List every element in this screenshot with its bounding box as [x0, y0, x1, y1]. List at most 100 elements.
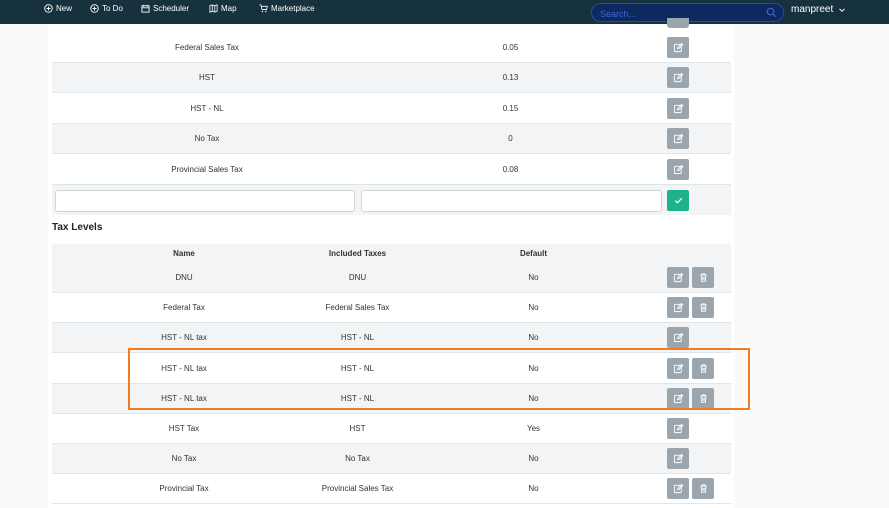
new-tax-name-input[interactable] [55, 190, 355, 212]
trash-icon [699, 273, 707, 282]
tax-level-row: HST Tax HST Yes [52, 414, 731, 444]
tax-level-row: HST - NL tax HST - NL No [52, 383, 731, 414]
tax-level-default: No [528, 363, 539, 373]
edit-button[interactable] [667, 418, 689, 439]
tax-level-included: Federal Sales Tax [325, 303, 390, 313]
edit-button[interactable] [667, 478, 689, 500]
header-default: Default [519, 249, 548, 258]
tax-level-default: Yes [526, 424, 541, 433]
tax-level-row: HST - NL tax HST - NL No [52, 323, 731, 354]
trash-icon [699, 484, 707, 494]
tax-level-included: Provincial Sales Tax [321, 484, 394, 494]
delete-button[interactable] [692, 267, 714, 288]
delete-button[interactable] [692, 297, 714, 319]
tax-rate: 0.13 [502, 73, 519, 83]
edit-icon [673, 333, 683, 343]
delete-button[interactable] [692, 478, 714, 500]
nav-marketplace-label: Marketplace [271, 4, 315, 13]
edit-button[interactable] [667, 357, 689, 379]
edit-button[interactable] [667, 37, 689, 58]
tax-level-included: DNU [348, 273, 367, 282]
tax-level-included: HST - NL [340, 333, 375, 343]
nav-todo[interactable]: To Do [90, 4, 123, 13]
tax-levels-title: Tax Levels [52, 222, 103, 233]
tax-row: No Tax 0 [52, 124, 731, 155]
tax-rate: 0 [508, 134, 513, 144]
trash-icon [699, 394, 707, 403]
user-name: manpreet [791, 4, 834, 15]
tax-level-default: No [528, 273, 539, 282]
tax-level-row: DNU DNU No [52, 263, 731, 293]
edit-icon [673, 134, 683, 144]
nav-todo-label: To Do [102, 4, 123, 13]
delete-button[interactable] [692, 357, 714, 379]
new-tax-row [52, 185, 731, 215]
edit-icon [673, 272, 683, 283]
right-gutter [734, 24, 889, 508]
tax-row: Provincial Sales Tax 0.08 [52, 155, 731, 185]
tax-level-default: No [528, 393, 539, 403]
nav-map[interactable]: Map [209, 4, 237, 13]
search-icon[interactable] [766, 7, 777, 18]
nav-map-label: Map [221, 4, 237, 13]
edit-icon [673, 423, 683, 434]
tax-rate: 0.08 [502, 164, 519, 174]
edit-button[interactable] [667, 387, 689, 409]
tax-name: HST [199, 73, 215, 83]
trash-icon [699, 363, 707, 373]
edit-icon [673, 393, 683, 403]
calendar-icon [141, 4, 150, 13]
tax-level-default: No [528, 333, 539, 343]
new-tax-rate-input[interactable] [361, 190, 662, 212]
tax-name: HST - NL [190, 103, 224, 113]
tax-level-default: No [528, 303, 539, 313]
nav-new[interactable]: New [44, 4, 72, 13]
edit-button[interactable] [667, 158, 689, 180]
tax-name: Federal Sales Tax [175, 43, 239, 52]
trash-icon [699, 303, 707, 312]
edit-button-partial[interactable] [667, 18, 689, 28]
edit-button[interactable] [667, 327, 689, 349]
tax-name: Provincial Sales Tax [171, 164, 243, 174]
tax-level-included: HST - NL [340, 393, 375, 403]
edit-icon [673, 303, 683, 313]
chevron-down-icon [839, 7, 846, 12]
edit-icon [673, 454, 683, 464]
nav-marketplace[interactable]: Marketplace [259, 4, 315, 13]
tax-row: HST 0.13 [52, 63, 731, 94]
delete-button[interactable] [692, 387, 714, 409]
tax-levels-header: Name Included Taxes Default [52, 244, 731, 263]
nav-scheduler[interactable]: Scheduler [141, 4, 189, 13]
tax-level-row: Provincial Tax Provincial Sales Tax No [52, 474, 731, 505]
check-icon [674, 197, 682, 204]
cart-icon [259, 4, 268, 13]
edit-icon [673, 484, 683, 494]
edit-button[interactable] [667, 97, 689, 119]
tax-level-row: HST - NL tax HST - NL No [52, 354, 731, 384]
plus-circle-icon [44, 4, 53, 13]
user-menu[interactable]: manpreet [791, 4, 846, 15]
left-gutter [0, 24, 48, 508]
edit-icon [673, 42, 683, 53]
edit-icon [673, 164, 683, 174]
edit-button[interactable] [667, 267, 689, 288]
nav-new-label: New [56, 4, 73, 13]
tax-name: No Tax [194, 134, 220, 144]
tax-level-row: No Tax No Tax No [52, 444, 731, 475]
top-navigation-bar: New To Do Scheduler Map Marketplace manp… [0, 0, 889, 24]
tax-level-included: No Tax [345, 454, 370, 464]
tax-level-row: Federal Tax Federal Sales Tax No [52, 293, 731, 324]
edit-button[interactable] [667, 448, 689, 470]
header-included-taxes: Included Taxes [328, 249, 387, 258]
edit-button[interactable] [667, 67, 689, 89]
plus-circle-icon [90, 4, 99, 13]
edit-button[interactable] [667, 128, 689, 150]
tax-rate: 0.15 [502, 103, 519, 113]
edit-icon [673, 73, 683, 83]
edit-button[interactable] [667, 297, 689, 319]
edit-icon [673, 363, 683, 373]
tax-level-default: No [528, 484, 539, 494]
confirm-button[interactable] [667, 190, 689, 211]
tax-level-default: No [528, 454, 539, 464]
tax-row: Federal Sales Tax 0.05 [52, 33, 731, 63]
